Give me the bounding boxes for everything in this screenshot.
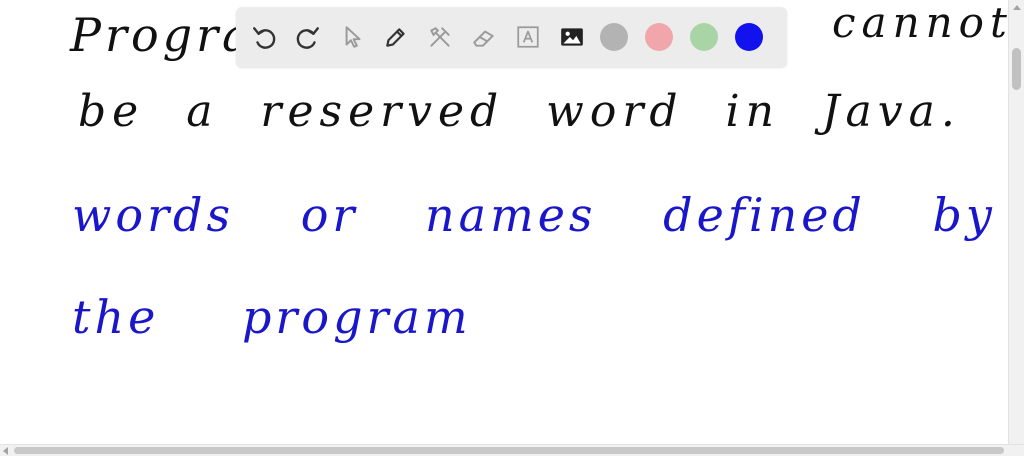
undo-button[interactable]	[248, 21, 280, 53]
horizontal-scrollbar[interactable]	[0, 444, 1024, 456]
undo-icon	[253, 27, 276, 49]
color-swatch-pink[interactable]	[645, 23, 673, 51]
ink-line-3: words or names defined by	[72, 188, 996, 242]
whiteboard-window: Progra cannot be a reserved word in Java…	[0, 0, 1024, 456]
image-icon	[561, 28, 583, 46]
redo-button[interactable]	[292, 21, 324, 53]
select-button[interactable]	[336, 21, 368, 53]
text-box-icon	[517, 26, 539, 48]
pointer-icon	[345, 26, 361, 48]
ink-line-1-end: cannot	[832, 0, 1008, 47]
tools-button[interactable]	[424, 21, 456, 53]
text-button[interactable]	[512, 21, 544, 53]
eraser-button[interactable]	[468, 21, 500, 53]
scroll-up-icon[interactable]	[1013, 5, 1021, 10]
pen-icon	[386, 28, 405, 47]
color-swatch-green[interactable]	[690, 23, 718, 51]
pen-button[interactable]	[380, 21, 412, 53]
redo-icon	[296, 27, 319, 49]
ink-line-4: the program	[72, 290, 472, 344]
ink-line-1-start: Progra	[70, 8, 254, 62]
drawing-toolbar	[236, 7, 787, 67]
ink-line-2: be a reserved word in Java.	[78, 86, 961, 137]
vertical-scroll-thumb[interactable]	[1012, 48, 1021, 90]
wrench-hammer-icon	[430, 27, 450, 47]
vertical-scrollbar[interactable]	[1008, 0, 1024, 444]
eraser-icon	[473, 30, 494, 47]
image-button[interactable]	[556, 21, 588, 53]
color-swatch-blue[interactable]	[735, 23, 763, 51]
scroll-left-icon[interactable]	[3, 447, 8, 455]
color-swatch-gray[interactable]	[600, 23, 628, 51]
horizontal-scroll-thumb[interactable]	[14, 447, 1004, 454]
